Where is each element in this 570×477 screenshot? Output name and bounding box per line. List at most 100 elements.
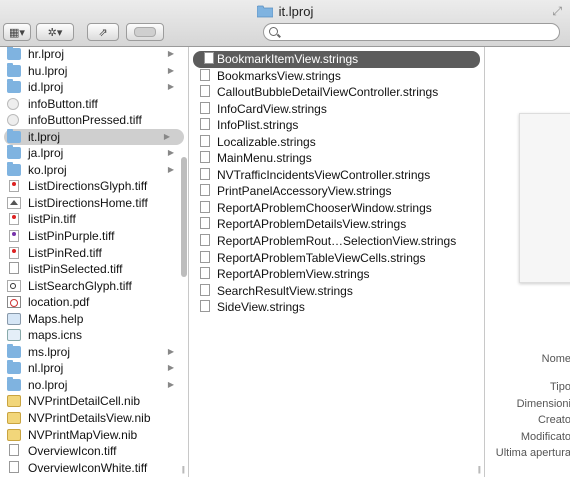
list-item[interactable]: BookmarksView.strings <box>189 68 484 85</box>
list-item[interactable]: NVPrintDetailsView.nib <box>0 410 188 427</box>
file-info-label: Creato <box>537 414 570 426</box>
list-item-label: NVTrafficIncidentsViewController.strings <box>217 167 431 182</box>
list-item[interactable]: location.pdf <box>0 294 188 311</box>
file-preview-thumbnail <box>519 113 570 283</box>
file-icon <box>7 114 19 127</box>
file-info-label: Nome <box>541 353 570 365</box>
list-item-label: ListPinPurple.tiff <box>28 229 115 244</box>
document-icon <box>200 250 210 263</box>
fullscreen-icon[interactable]: ⤢ <box>552 4 562 19</box>
disclosure-arrow-icon: ▶ <box>167 379 174 389</box>
list-item[interactable]: SearchResultView.strings <box>189 283 484 300</box>
disclosure-arrow-icon: ▶ <box>167 346 174 356</box>
list-item[interactable]: InfoCardView.strings <box>189 101 484 118</box>
list-item[interactable]: CalloutBubbleDetailViewController.string… <box>189 84 484 101</box>
list-item[interactable]: ReportAProblemDetailsView.strings <box>189 216 484 233</box>
list-item[interactable]: NVTrafficIncidentsViewController.strings <box>189 167 484 184</box>
list-item[interactable]: OverviewIconWhite.tiff <box>0 460 188 477</box>
folder-icon <box>7 62 21 77</box>
view-options-button[interactable]: ▦▾ <box>3 23 31 41</box>
list-item[interactable]: listPin.tiff <box>0 211 188 228</box>
list-item[interactable]: infoButton.tiff <box>0 96 188 113</box>
list-item[interactable]: it.lproj ▶ <box>4 128 184 146</box>
disclosure-arrow-icon: ▶ <box>167 82 174 92</box>
list-item-label: infoButton.tiff <box>28 96 98 111</box>
list-item[interactable]: PrintPanelAccessoryView.strings <box>189 183 484 200</box>
action-menu-button[interactable]: ✲▾ <box>36 23 74 41</box>
list-item[interactable]: ListPinPurple.tiff <box>0 228 188 245</box>
list-item[interactable]: ListSearchGlyph.tiff <box>0 278 188 295</box>
search-input[interactable] <box>282 25 556 41</box>
document-icon <box>200 85 210 98</box>
list-item[interactable]: Maps.help <box>0 311 188 328</box>
list-item[interactable]: ms.lproj ▶ <box>0 343 188 361</box>
list-item-label: ReportAProblemChooserWindow.strings <box>217 200 432 215</box>
search-field[interactable] <box>263 23 560 41</box>
disclosure-arrow-icon: ▶ <box>163 131 170 141</box>
list-item-label: NVPrintDetailCell.nib <box>28 394 141 409</box>
list-item[interactable]: maps.icns <box>0 327 188 344</box>
file-info-label: Tipo <box>550 381 570 393</box>
disclosure-arrow-icon: ▶ <box>167 148 174 158</box>
list-item[interactable]: NVPrintDetailCell.nib <box>0 393 188 410</box>
list-item[interactable]: ListDirectionsGlyph.tiff <box>0 178 188 195</box>
list-item-label: hr.lproj <box>28 47 65 61</box>
document-icon <box>200 200 210 213</box>
list-item-label: OverviewIconWhite.tiff <box>28 460 148 475</box>
list-item[interactable]: InfoPlist.strings <box>189 117 484 134</box>
list-item-label: InfoPlist.strings <box>217 118 299 133</box>
column-resize-handle[interactable]: || <box>182 465 185 474</box>
document-icon <box>200 151 210 164</box>
folder-icon <box>7 145 21 160</box>
list-item-label: BookmarkItemView.strings <box>217 52 359 66</box>
share-icon: ⇗ <box>98 26 108 39</box>
list-item[interactable]: id.lproj ▶ <box>0 79 188 96</box>
file-icon <box>7 428 21 441</box>
list-item[interactable]: ListDirectionsHome.tiff <box>0 195 188 212</box>
window-title: it.lproj <box>0 2 570 20</box>
column-parent-folder[interactable]: hr.lproj ▶ hu.lproj ▶ id.lproj ▶ infoButton.ti… <box>0 47 189 477</box>
list-item[interactable]: SideView.strings <box>189 299 484 316</box>
document-icon <box>204 52 214 64</box>
column-resize-handle[interactable]: || <box>478 465 481 474</box>
file-icon <box>7 412 21 425</box>
list-item-label: SideView.strings <box>217 300 305 315</box>
list-item[interactable]: ReportAProblemChooserWindow.strings <box>189 200 484 217</box>
list-item-label: NVPrintMapView.nib <box>28 427 138 442</box>
list-item[interactable]: ja.lproj ▶ <box>0 145 188 162</box>
share-button[interactable]: ⇗ <box>87 23 119 41</box>
scrollbar-thumb[interactable] <box>181 157 187 277</box>
disclosure-arrow-icon: ▶ <box>167 363 174 373</box>
file-icon <box>9 246 19 259</box>
list-item[interactable]: hu.lproj ▶ <box>0 62 188 80</box>
column-parent-scrollbar[interactable] <box>180 47 188 477</box>
file-icon <box>7 329 21 342</box>
list-item-label: hu.lproj <box>28 63 68 78</box>
list-item[interactable]: OverviewIcon.tiff <box>0 443 188 460</box>
list-item[interactable]: NVPrintMapView.nib <box>0 427 188 444</box>
document-icon <box>200 134 210 147</box>
list-item[interactable]: listPinSelected.tiff <box>0 261 188 278</box>
list-item[interactable]: no.lproj ▶ <box>0 376 188 394</box>
list-item-label: ms.lproj <box>28 344 71 359</box>
list-item[interactable]: ko.lproj ▶ <box>0 161 188 179</box>
list-item[interactable]: ReportAProblemView.strings <box>189 266 484 283</box>
column-current-folder[interactable]: BookmarkItemView.strings BookmarksView.st… <box>189 47 485 477</box>
list-item-label: ko.lproj <box>28 162 67 177</box>
list-item[interactable]: infoButtonPressed.tiff <box>0 112 188 129</box>
file-icon <box>7 97 19 110</box>
list-item[interactable]: ReportAProblemTableViewCells.strings <box>189 250 484 267</box>
list-item-label: MainMenu.strings <box>217 151 312 166</box>
list-item[interactable]: ListPinRed.tiff <box>0 245 188 262</box>
list-item[interactable]: nl.lproj ▶ <box>0 360 188 377</box>
list-item[interactable]: BookmarkItemView.strings <box>193 51 480 68</box>
list-item[interactable]: ReportAProblemRout…SelectionView.strings <box>189 233 484 250</box>
column-parent-list: hr.lproj ▶ hu.lproj ▶ id.lproj ▶ infoButton.ti… <box>0 47 188 476</box>
toggle-button[interactable] <box>126 23 164 41</box>
list-item[interactable]: Localizable.strings <box>189 134 484 151</box>
list-item[interactable]: MainMenu.strings <box>189 150 484 167</box>
list-item-label: id.lproj <box>28 80 64 95</box>
list-item[interactable]: hr.lproj ▶ <box>0 47 188 63</box>
window-titlebar: it.lproj ⤢ ▦▾ ✲▾ ⇗ <box>0 0 570 47</box>
file-icon <box>9 262 19 275</box>
